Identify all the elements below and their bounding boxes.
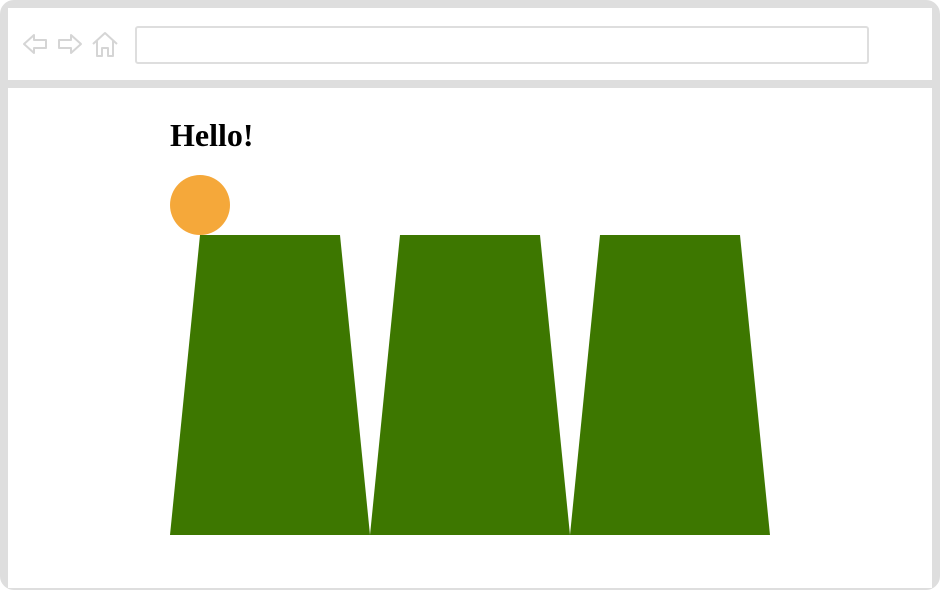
back-arrow-icon [23, 34, 47, 54]
green-trapezoid-1 [170, 235, 370, 535]
scene-canvas [170, 175, 770, 535]
orange-ball [170, 175, 230, 235]
trapezoid-group [170, 235, 770, 535]
home-button[interactable] [91, 30, 119, 58]
back-button[interactable] [21, 30, 49, 58]
forward-button[interactable] [56, 30, 84, 58]
green-trapezoid-3 [570, 235, 770, 535]
address-bar[interactable] [135, 26, 869, 64]
home-icon [92, 32, 118, 57]
browser-toolbar [8, 8, 932, 88]
page-content: Hello! [8, 88, 932, 588]
browser-window: Hello! [0, 0, 940, 590]
forward-arrow-icon [58, 34, 82, 54]
green-trapezoid-2 [370, 235, 570, 535]
